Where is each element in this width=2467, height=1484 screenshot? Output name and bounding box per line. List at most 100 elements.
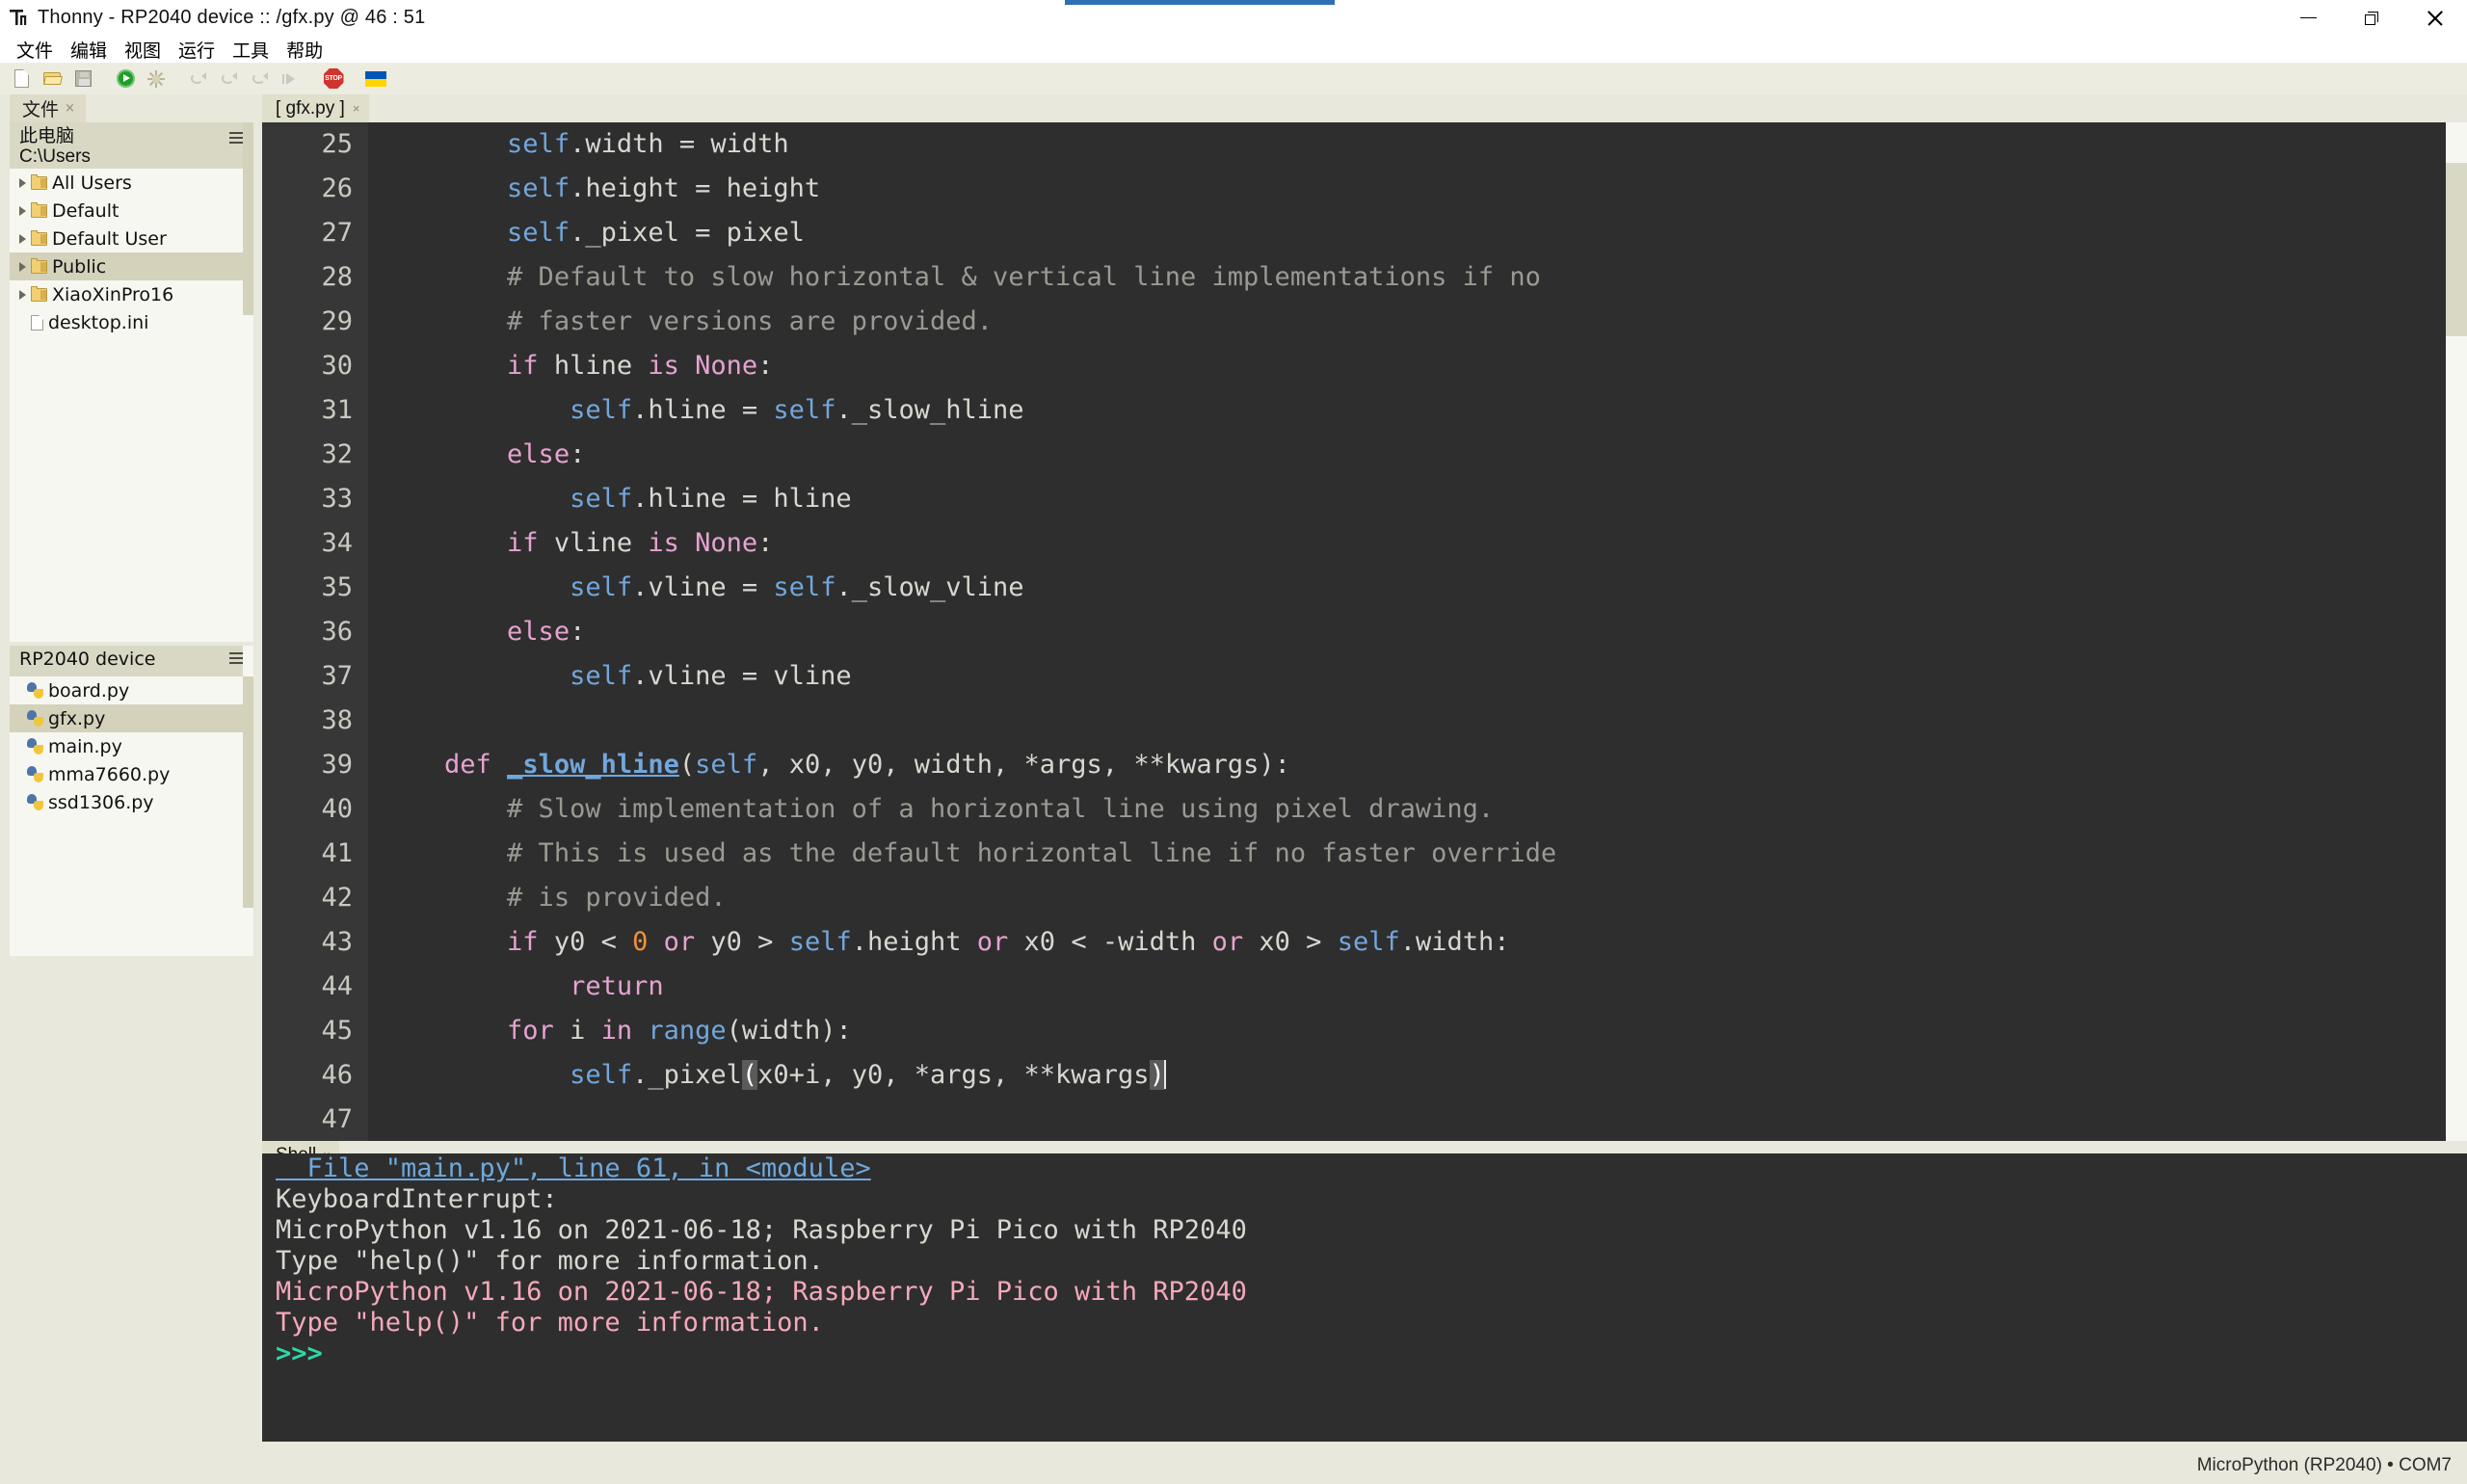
- code-token: i: [553, 1016, 601, 1046]
- code-line[interactable]: # is provided.: [382, 876, 2467, 920]
- ukraine-flag-button[interactable]: [361, 66, 390, 92]
- device-tree-scrollbar[interactable]: [243, 646, 253, 956]
- code-line[interactable]: for i in range(width):: [382, 1009, 2467, 1053]
- expand-arrow-icon[interactable]: [19, 289, 26, 300]
- line-number: 38: [321, 705, 353, 735]
- stop-button[interactable]: STOP: [319, 66, 348, 92]
- expand-arrow-icon[interactable]: [19, 261, 26, 272]
- python-file-icon: [27, 710, 43, 727]
- scrollbar-thumb[interactable]: [2446, 163, 2467, 336]
- code-token: # This is used as the default horizontal…: [507, 838, 1557, 868]
- device-item-label: gfx.py: [48, 707, 106, 729]
- toolbar: STOP: [0, 63, 2467, 94]
- line-number: 44: [321, 971, 353, 1001]
- code-line[interactable]: [382, 699, 2467, 743]
- run-button[interactable]: [111, 66, 140, 92]
- code-editor[interactable]: 25 26 27 28 29 30 31 32 33 34 35 36 37 38 39 40 41 42 43 44…: [262, 122, 2467, 1141]
- code-token: return: [570, 971, 664, 1001]
- code-line[interactable]: self.height = height: [382, 167, 2467, 211]
- close-button[interactable]: [2403, 0, 2467, 36]
- device-item-mma7660-py[interactable]: mma7660.py: [10, 760, 253, 788]
- code-token: if: [507, 351, 539, 381]
- tree-item-xiaoxinpro16[interactable]: XiaoXinPro16: [10, 280, 253, 308]
- step-into-button[interactable]: [215, 66, 244, 92]
- tree-item-public[interactable]: Public: [10, 252, 253, 280]
- shell-output[interactable]: File "main.py", line 61, in <module> Keyb…: [262, 1153, 2467, 1442]
- menu-edit[interactable]: 编辑: [62, 35, 116, 65]
- step-out-button[interactable]: [246, 66, 275, 92]
- device-item-main-py[interactable]: main.py: [10, 732, 253, 760]
- code-line[interactable]: self.width = width: [382, 122, 2467, 167]
- save-file-button[interactable]: [68, 66, 97, 92]
- code-line[interactable]: # Default to slow horizontal & vertical …: [382, 255, 2467, 300]
- code-line[interactable]: self.vline = self._slow_vline: [382, 566, 2467, 610]
- code-text-area[interactable]: self.width = width self.height = height …: [368, 122, 2467, 1141]
- device-item-board-py[interactable]: board.py: [10, 676, 253, 704]
- close-icon[interactable]: ×: [65, 101, 75, 116]
- code-line[interactable]: if y0 < 0 or y0 > self.height or x0 < -w…: [382, 920, 2467, 965]
- code-line[interactable]: else:: [382, 433, 2467, 477]
- tree-item-all-users[interactable]: All Users: [10, 169, 253, 197]
- files-tree-header: 此电脑 C:\Users: [10, 122, 253, 169]
- code-line[interactable]: self._pixel(x0+i, y0, *args, **kwargs): [382, 1053, 2467, 1098]
- device-item-ssd1306-py[interactable]: ssd1306.py: [10, 788, 253, 816]
- folder-icon: [31, 285, 47, 302]
- code-line[interactable]: # This is used as the default horizontal…: [382, 832, 2467, 876]
- maximize-button[interactable]: [2340, 0, 2403, 36]
- code-line[interactable]: # Slow implementation of a horizontal li…: [382, 787, 2467, 832]
- menu-file[interactable]: 文件: [8, 35, 62, 65]
- editor-scrollbar[interactable]: [2446, 122, 2467, 1141]
- resume-button[interactable]: [277, 66, 305, 92]
- python-file-icon: [27, 794, 43, 810]
- step-into-icon: [221, 71, 238, 87]
- thonny-icon: [8, 8, 29, 29]
- code-line[interactable]: [382, 1098, 2467, 1141]
- close-icon[interactable]: ×: [353, 101, 360, 116]
- debug-icon: [147, 69, 165, 88]
- open-file-button[interactable]: [38, 66, 66, 92]
- scrollbar-thumb[interactable]: [243, 122, 253, 315]
- tree-item-default-user[interactable]: Default User: [10, 225, 253, 252]
- scrollbar-thumb[interactable]: [243, 676, 253, 908]
- code-line[interactable]: else:: [382, 610, 2467, 654]
- shell-traceback-link[interactable]: File "main.py", line 61, in <module>: [276, 1153, 2467, 1184]
- new-file-button[interactable]: [7, 66, 36, 92]
- step-over-button[interactable]: [184, 66, 213, 92]
- menu-help[interactable]: 帮助: [278, 35, 332, 65]
- menu-run[interactable]: 运行: [170, 35, 224, 65]
- code-token: is: [648, 528, 679, 558]
- tab-gfx-py[interactable]: [ gfx.py ] ×: [262, 94, 370, 122]
- code-token: :: [757, 351, 774, 381]
- expand-arrow-icon[interactable]: [19, 205, 26, 216]
- menu-view[interactable]: 视图: [116, 35, 170, 65]
- tab-files[interactable]: 文件 ×: [10, 94, 86, 122]
- code-line[interactable]: def _slow_hline(self, x0, y0, width, *ar…: [382, 743, 2467, 787]
- code-token: ): [1149, 1060, 1165, 1090]
- debug-button[interactable]: [142, 66, 171, 92]
- code-line[interactable]: self.hline = self._slow_hline: [382, 388, 2467, 433]
- tree-item-label: XiaoXinPro16: [52, 283, 174, 305]
- tree-item-desktop-ini[interactable]: desktop.ini: [10, 308, 253, 336]
- device-item-label: mma7660.py: [48, 763, 171, 785]
- minimize-button[interactable]: [2276, 0, 2340, 36]
- tree-item-default[interactable]: Default: [10, 197, 253, 225]
- code-line[interactable]: self.vline = vline: [382, 654, 2467, 699]
- code-line[interactable]: if vline is None:: [382, 521, 2467, 566]
- files-tree-scrollbar[interactable]: [243, 122, 253, 642]
- code-token: _slow_hline: [507, 750, 679, 780]
- code-line[interactable]: self._pixel = pixel: [382, 211, 2467, 255]
- code-line[interactable]: self.hline = hline: [382, 477, 2467, 521]
- expand-arrow-icon[interactable]: [19, 233, 26, 244]
- code-line[interactable]: if hline is None:: [382, 344, 2467, 388]
- close-icon: [2427, 10, 2444, 27]
- code-token: , x0, y0, width, *args, **kwargs):: [757, 750, 1290, 780]
- code-token: x0 >: [1243, 927, 1338, 957]
- device-item-gfx-py[interactable]: gfx.py: [10, 704, 253, 732]
- code-line[interactable]: # faster versions are provided.: [382, 300, 2467, 344]
- code-line[interactable]: return: [382, 965, 2467, 1009]
- expand-arrow-icon[interactable]: [19, 177, 26, 188]
- menu-tools[interactable]: 工具: [224, 35, 278, 65]
